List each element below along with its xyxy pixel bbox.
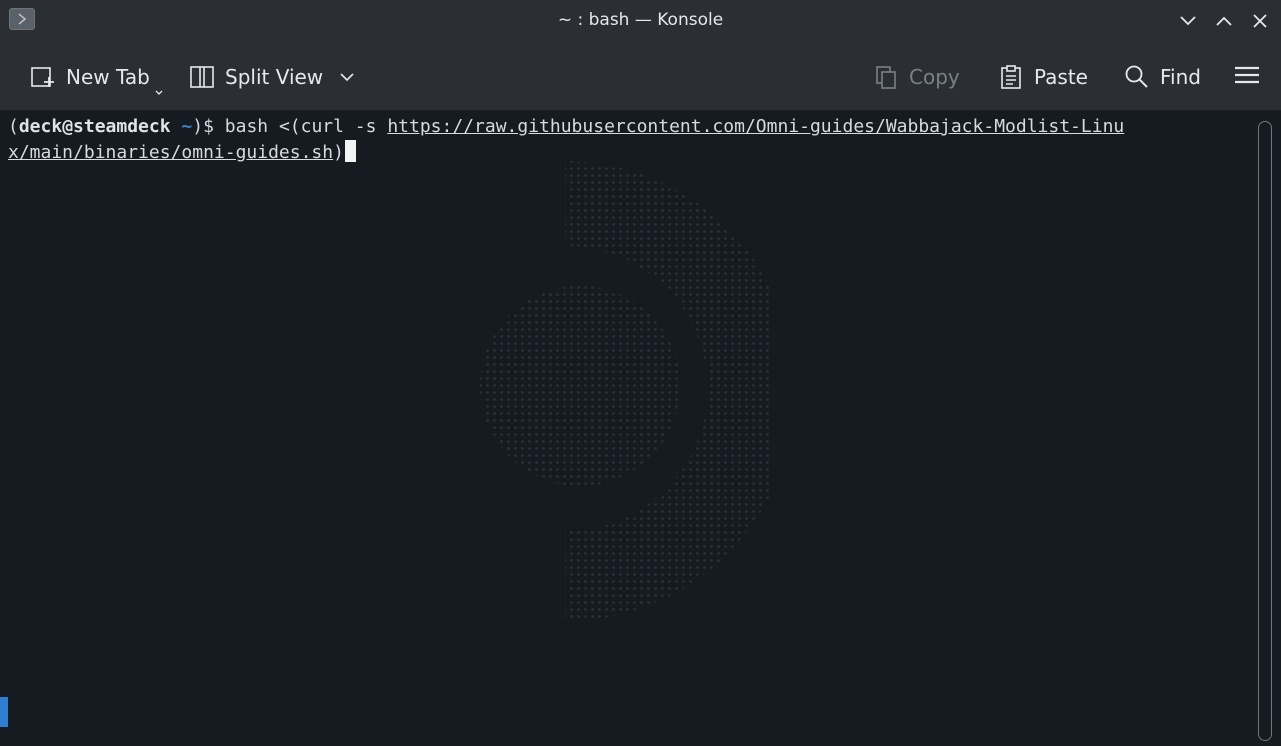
window-title: ~ : bash — Konsole (557, 10, 724, 30)
new-tab-label: New Tab (66, 65, 150, 89)
command-url-part1[interactable]: https://raw.githubusercontent.com/Omni-g… (387, 116, 1124, 137)
terminal-output: (deck@steamdeck ~)$ bash <(curl -s https… (8, 114, 1248, 166)
paste-label: Paste (1034, 65, 1088, 89)
chevron-down-icon (339, 71, 355, 83)
split-view-icon (189, 64, 215, 90)
toolbar: New Tab Split View Copy Paste Find (0, 42, 1281, 111)
scrollbar[interactable] (1258, 121, 1272, 741)
minimize-button[interactable] (1179, 12, 1197, 30)
split-view-label: Split View (225, 65, 324, 89)
copy-label: Copy (909, 65, 960, 89)
new-tab-button[interactable]: New Tab (30, 62, 163, 95)
command-url-part2[interactable]: x/main/binaries/omni-guides.sh (8, 142, 333, 163)
scroll-marker (0, 697, 8, 727)
split-view-button[interactable]: Split View (189, 62, 355, 92)
copy-button[interactable]: Copy (873, 62, 960, 92)
hamburger-menu-icon (1234, 62, 1260, 93)
close-button[interactable] (1251, 12, 1269, 30)
search-icon (1124, 64, 1150, 90)
maximize-button[interactable] (1215, 12, 1233, 30)
close-icon (1251, 12, 1269, 30)
prompt-close: )$ (192, 116, 225, 137)
chevron-up-icon (1215, 12, 1233, 30)
chevron-down-icon (1179, 12, 1197, 30)
title-bar: ~ : bash — Konsole (0, 0, 1281, 42)
find-label: Find (1160, 65, 1201, 89)
prompt-user: deck@steamdeck (18, 116, 171, 137)
chevron-down-icon (154, 78, 164, 102)
find-button[interactable]: Find (1124, 62, 1201, 92)
new-tab-icon (30, 64, 56, 90)
steam-deck-logo-watermark (480, 161, 770, 621)
paste-icon (998, 64, 1024, 90)
terminal-area[interactable]: (deck@steamdeck ~)$ bash <(curl -s https… (0, 111, 1281, 746)
command-text: bash <(curl -s (224, 116, 388, 137)
prompt-directory: ~ (181, 116, 193, 137)
menu-button[interactable] (1234, 62, 1260, 92)
paste-button[interactable]: Paste (998, 62, 1088, 92)
copy-icon (873, 64, 899, 90)
command-end: ) (333, 142, 344, 163)
prompt-open: ( (8, 116, 19, 137)
text-cursor (344, 140, 356, 162)
